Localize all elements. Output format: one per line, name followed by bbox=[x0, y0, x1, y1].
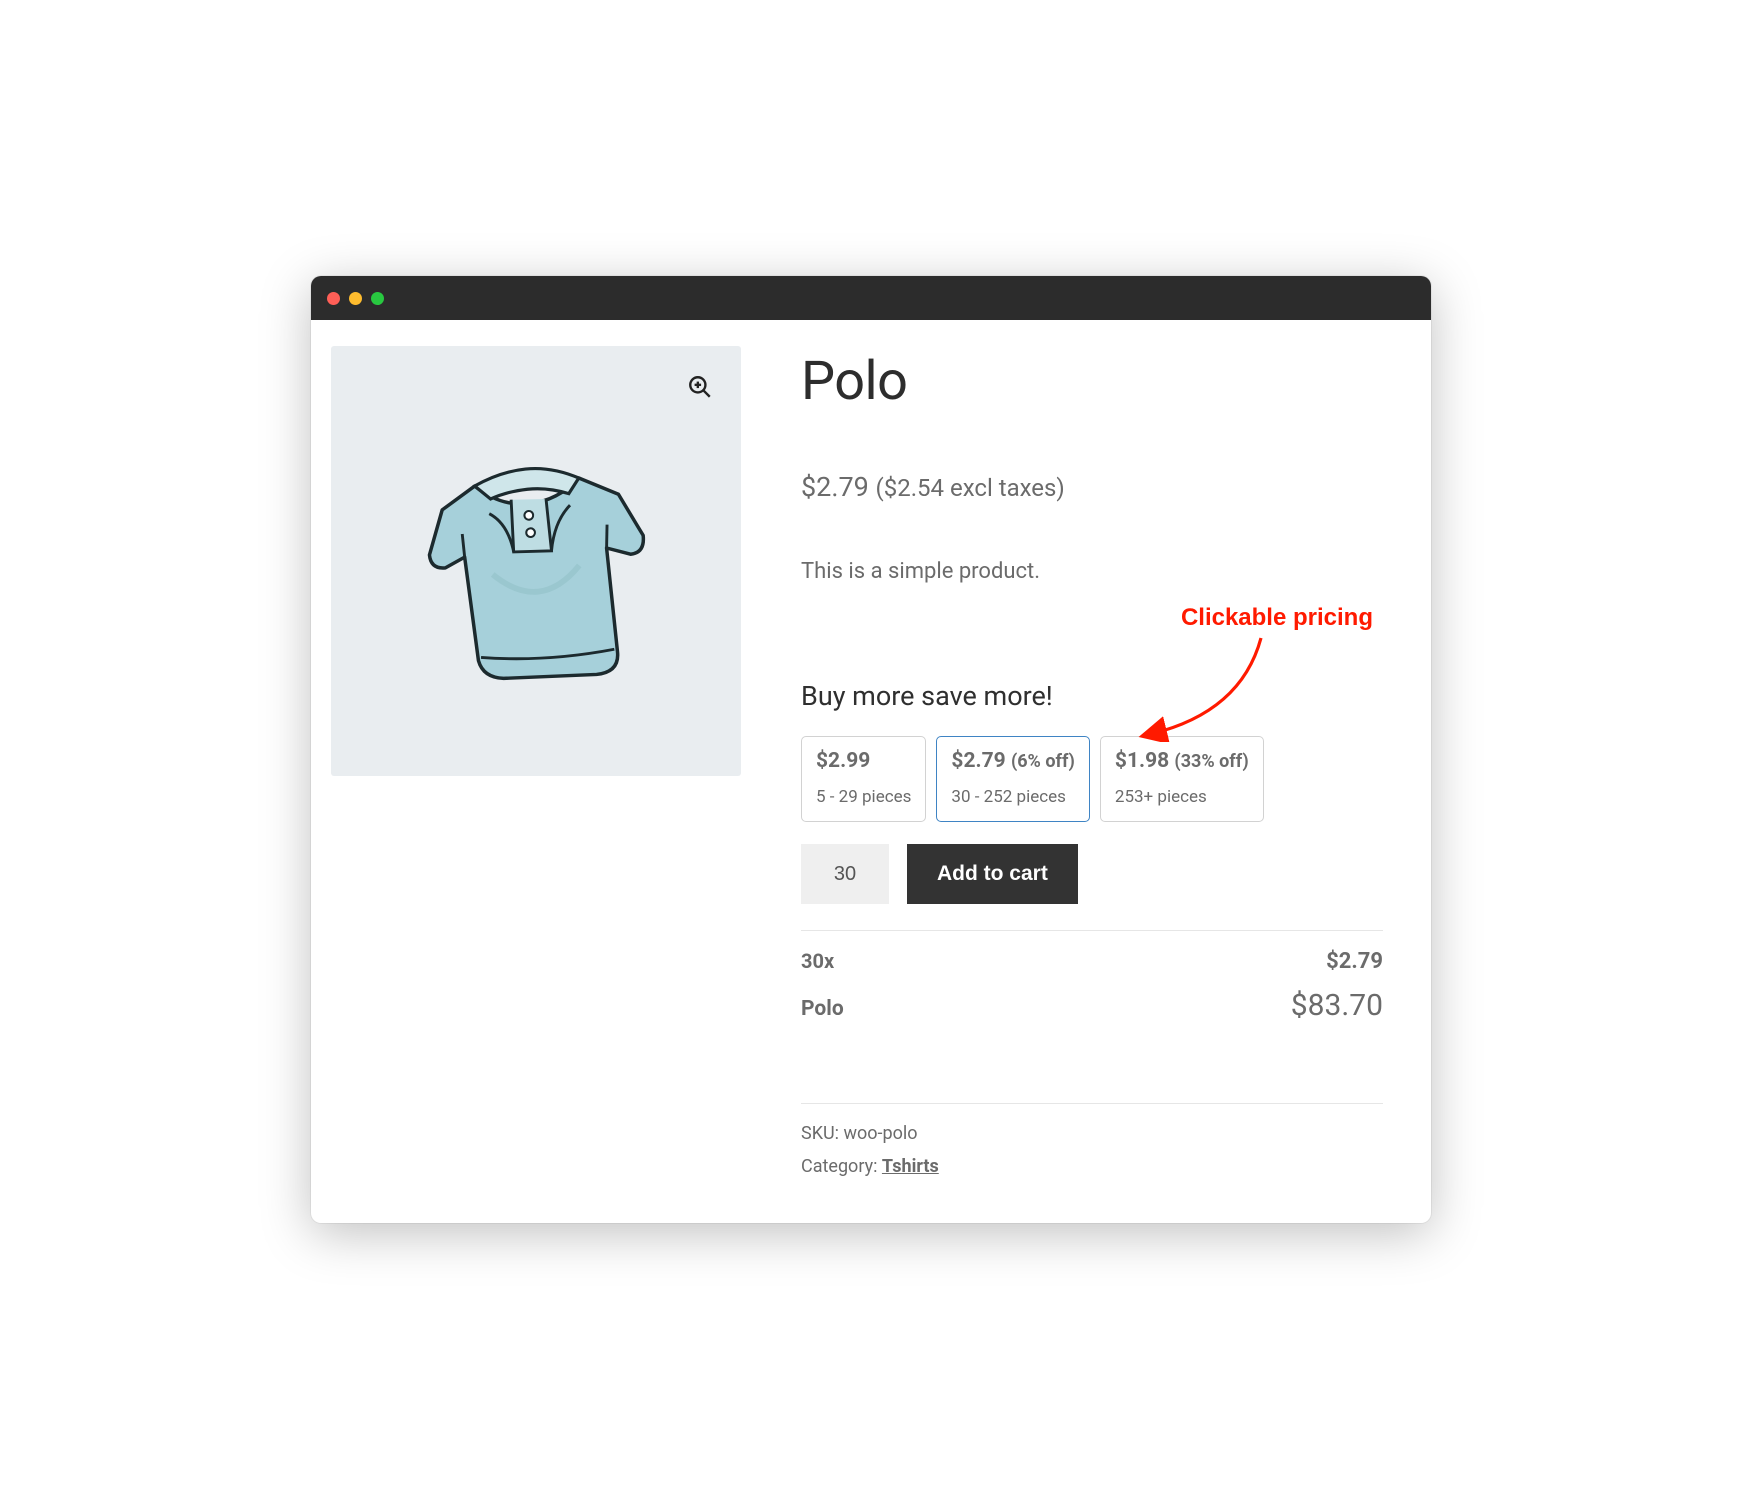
product-summary: Polo $2.79 ($2.54 excl taxes) This is a … bbox=[801, 346, 1383, 1183]
tier-option-1[interactable]: $2.99 5 - 29 pieces bbox=[801, 736, 926, 822]
category-link[interactable]: Tshirts bbox=[882, 1156, 939, 1177]
add-to-cart-button[interactable]: Add to cart bbox=[907, 844, 1078, 904]
tier-range: 5 - 29 pieces bbox=[816, 787, 911, 807]
window-titlebar bbox=[311, 276, 1431, 320]
tier-price: $1.98 bbox=[1115, 749, 1169, 773]
divider bbox=[801, 1103, 1383, 1104]
price-incl: $2.79 bbox=[801, 471, 869, 503]
annotation-label: Clickable pricing bbox=[1181, 604, 1373, 632]
tier-off: (6% off) bbox=[1011, 751, 1075, 772]
price-excl: ($2.54 excl taxes) bbox=[876, 474, 1065, 502]
tier-range: 253+ pieces bbox=[1115, 787, 1249, 807]
product-price: $2.79 ($2.54 excl taxes) bbox=[801, 471, 1383, 503]
summary-unit-price: $2.79 bbox=[1326, 949, 1383, 974]
summary-total: $83.70 bbox=[1291, 988, 1383, 1023]
tier-pricing-group: $2.99 5 - 29 pieces $2.79 (6% off) 30 - … bbox=[801, 736, 1383, 822]
product-meta: SKU: woo-polo Category: Tshirts bbox=[801, 1118, 1383, 1183]
tier-range: 30 - 252 pieces bbox=[951, 787, 1074, 807]
tier-option-2[interactable]: $2.79 (6% off) 30 - 252 pieces bbox=[936, 736, 1089, 822]
product-title: Polo bbox=[801, 350, 1383, 413]
window-minimize-button[interactable] bbox=[349, 292, 362, 305]
tier-option-3[interactable]: $1.98 (33% off) 253+ pieces bbox=[1100, 736, 1264, 822]
tier-price: $2.79 bbox=[951, 749, 1005, 773]
product-gallery bbox=[331, 346, 741, 1183]
product-description: This is a simple product. bbox=[801, 559, 1383, 584]
product-image[interactable] bbox=[331, 346, 741, 776]
summary-product-name: Polo bbox=[801, 997, 844, 1021]
summary-total-row: Polo $83.70 bbox=[801, 988, 1383, 1023]
summary-qty-label: 30x bbox=[801, 949, 834, 973]
window-close-button[interactable] bbox=[327, 292, 340, 305]
divider bbox=[801, 930, 1383, 931]
sku-value: woo-polo bbox=[843, 1123, 917, 1144]
quantity-input[interactable] bbox=[801, 844, 889, 904]
page-content: Polo $2.79 ($2.54 excl taxes) This is a … bbox=[311, 320, 1431, 1223]
annotation-callout: Clickable pricing bbox=[1181, 604, 1373, 632]
summary-qty-row: 30x $2.79 bbox=[801, 949, 1383, 974]
zoom-icon[interactable] bbox=[687, 374, 713, 400]
sku-label: SKU: bbox=[801, 1123, 839, 1144]
window-zoom-button[interactable] bbox=[371, 292, 384, 305]
tier-off: (33% off) bbox=[1174, 751, 1248, 772]
app-window: Polo $2.79 ($2.54 excl taxes) This is a … bbox=[311, 276, 1431, 1223]
tier-price: $2.99 bbox=[816, 749, 870, 773]
polo-shirt-illustration bbox=[391, 425, 681, 715]
add-to-cart-row: Add to cart bbox=[801, 844, 1383, 904]
tier-heading: Buy more save more! bbox=[801, 680, 1383, 712]
category-label: Category: bbox=[801, 1156, 877, 1177]
